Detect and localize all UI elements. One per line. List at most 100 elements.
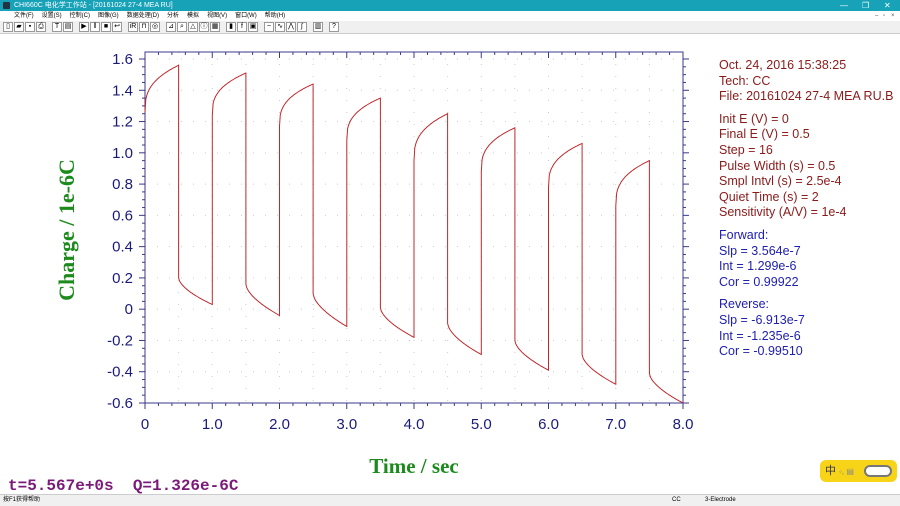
- status-technique: CC: [672, 497, 681, 503]
- info-reverse-line: Reverse:: [719, 297, 770, 312]
- info-reverse-line: Slp = -6.913e-7: [719, 312, 805, 327]
- app-icon: [3, 2, 10, 9]
- y-tick-label: -0.6: [107, 395, 133, 412]
- y-tick-label: 0.6: [112, 207, 133, 224]
- calculator-icon[interactable]: ▥: [313, 22, 323, 32]
- info-forward-line: Int = 1.299e-6: [719, 259, 797, 274]
- x-axis-label: Time / sec: [369, 454, 459, 478]
- new-icon[interactable]: ▯: [3, 22, 13, 32]
- x-tick-label: 7.0: [605, 416, 626, 433]
- x-tick-label: 0: [141, 416, 149, 433]
- info-forward-line: Cor = 0.99922: [719, 274, 799, 289]
- menu-item[interactable]: 窗口(W): [235, 11, 257, 21]
- experiment-info: Oct. 24, 2016 15:38:25 Tech: CC File: 2016…: [719, 58, 893, 367]
- info-params-line: Init E (V) = 0: [719, 111, 789, 126]
- y-tick-label: 0.4: [112, 239, 133, 256]
- save-icon[interactable]: ▪: [25, 22, 35, 32]
- info-forward-line: Forward:: [719, 227, 769, 242]
- open-icon[interactable]: ▰: [14, 22, 24, 32]
- ime-punct-icon: ◦, ▤: [839, 467, 854, 476]
- zoom-icon[interactable]: ⊿: [166, 22, 176, 32]
- info-params-line: Smpl Intvl (s) = 2.5e-4: [719, 174, 842, 189]
- technique-icon[interactable]: T: [52, 22, 62, 32]
- cell-icon[interactable]: ◎: [150, 22, 160, 32]
- status-help: 按F1获得帮助: [3, 497, 41, 503]
- ime-mascot-icon: [864, 465, 892, 477]
- derivative-icon[interactable]: ∿: [275, 22, 285, 32]
- ir-comp-icon[interactable]: iR: [128, 22, 138, 32]
- menu-item[interactable]: 模拟: [187, 11, 199, 21]
- y-tick-label: 0: [125, 301, 133, 318]
- info-params-line: Final E (V) = 0.5: [719, 127, 810, 142]
- menu-item[interactable]: 设置(S): [42, 11, 62, 21]
- reverse-icon[interactable]: ↩: [112, 22, 122, 32]
- menu-item[interactable]: 视图(V): [207, 11, 227, 21]
- x-tick-label: 8.0: [673, 416, 694, 433]
- info-reverse-line: Int = -1.235e-6: [719, 328, 801, 343]
- status-electrode: 3-Electrode: [705, 497, 736, 503]
- info-icon[interactable]: ⓘ: [199, 22, 209, 32]
- y-tick-label: 1.0: [112, 145, 133, 162]
- info-reverse-line: Cor = -0.99510: [719, 344, 803, 359]
- menu-bar: – ▫ × 文件(F) 设置(S) 控制(C) 图像(G) 数据处理(D) 分析 模拟 视图(…: [0, 11, 900, 21]
- x-tick-label: 2.0: [269, 416, 290, 433]
- maximize-button[interactable]: ❐: [862, 0, 869, 11]
- pause-icon[interactable]: ‖: [90, 22, 100, 32]
- font-icon[interactable]: f: [237, 22, 247, 32]
- info-params-line: Quiet Time (s) = 2: [719, 189, 819, 204]
- y-tick-label: 0.8: [112, 176, 133, 193]
- info-params-line: Sensitivity (A/V) = 1e-4: [719, 205, 847, 220]
- menu-item[interactable]: 帮助(H): [265, 11, 285, 21]
- smooth-icon[interactable]: ~: [264, 22, 274, 32]
- y-tick-label: 0.2: [112, 270, 133, 287]
- info-header-line: File: 20161024 27-4 MEA RU.B: [719, 89, 894, 104]
- info-header-line: Tech: CC: [719, 73, 771, 88]
- menu-item[interactable]: 分析: [167, 11, 179, 21]
- mdi-close-icon[interactable]: ×: [891, 11, 895, 21]
- graph-options-icon[interactable]: ▦: [210, 22, 220, 32]
- y-tick-label: -0.2: [107, 332, 133, 349]
- menu-item[interactable]: 数据处理(D): [127, 11, 159, 21]
- mdi-restore-icon[interactable]: ▫: [883, 11, 885, 21]
- y-tick-label: 1.2: [112, 114, 133, 131]
- x-tick-label: 6.0: [538, 416, 559, 433]
- copy-icon[interactable]: ▣: [248, 22, 258, 32]
- parameters-icon[interactable]: ▤: [63, 22, 73, 32]
- status-bar: 按F1获得帮助 CC 3-Electrode: [0, 494, 900, 506]
- magnify-icon[interactable]: ⌕: [177, 22, 187, 32]
- mdi-minimize-icon[interactable]: –: [875, 11, 878, 21]
- warn-icon[interactable]: △: [188, 22, 198, 32]
- ime-language[interactable]: 中: [825, 465, 836, 477]
- peak-icon[interactable]: ⋀: [286, 22, 296, 32]
- menu-item[interactable]: 文件(F): [14, 11, 34, 21]
- info-params-line: Step = 16: [719, 142, 773, 157]
- y-tick-label: -0.4: [107, 364, 133, 381]
- window-title: CHI660C 电化学工作站 - [20161024 27-4 MEA RU]: [14, 2, 173, 9]
- y-tick-label: 1.6: [112, 51, 133, 68]
- filter-icon[interactable]: ⊓: [139, 22, 149, 32]
- integrate-icon[interactable]: ∫: [297, 22, 307, 32]
- title-bar: CHI660C 电化学工作站 - [20161024 27-4 MEA RU] …: [0, 0, 900, 11]
- ime-toolbar[interactable]: 中 ◦, ▤: [820, 460, 897, 482]
- cursor-readout: t=5.567e+0s Q=1.326e-6C: [8, 477, 239, 495]
- minimize-button[interactable]: —: [840, 0, 848, 11]
- y-axis-label: Charge / 1e-6C: [54, 159, 79, 301]
- info-forward-line: Slp = 3.564e-7: [719, 243, 801, 258]
- x-tick-label: 3.0: [336, 416, 357, 433]
- run-icon[interactable]: ▶: [79, 22, 89, 32]
- info-params-line: Pulse Width (s) = 0.5: [719, 158, 836, 173]
- stop-icon[interactable]: ■: [101, 22, 111, 32]
- color-icon[interactable]: ▮: [226, 22, 236, 32]
- x-tick-label: 5.0: [471, 416, 492, 433]
- help-icon[interactable]: ?: [329, 22, 339, 32]
- close-button[interactable]: ✕: [884, 0, 891, 11]
- y-tick-label: 1.4: [112, 82, 133, 99]
- menu-item[interactable]: 控制(C): [70, 11, 90, 21]
- print-icon[interactable]: ⎙: [36, 22, 46, 32]
- menu-item[interactable]: 图像(G): [98, 11, 119, 21]
- x-tick-label: 4.0: [404, 416, 425, 433]
